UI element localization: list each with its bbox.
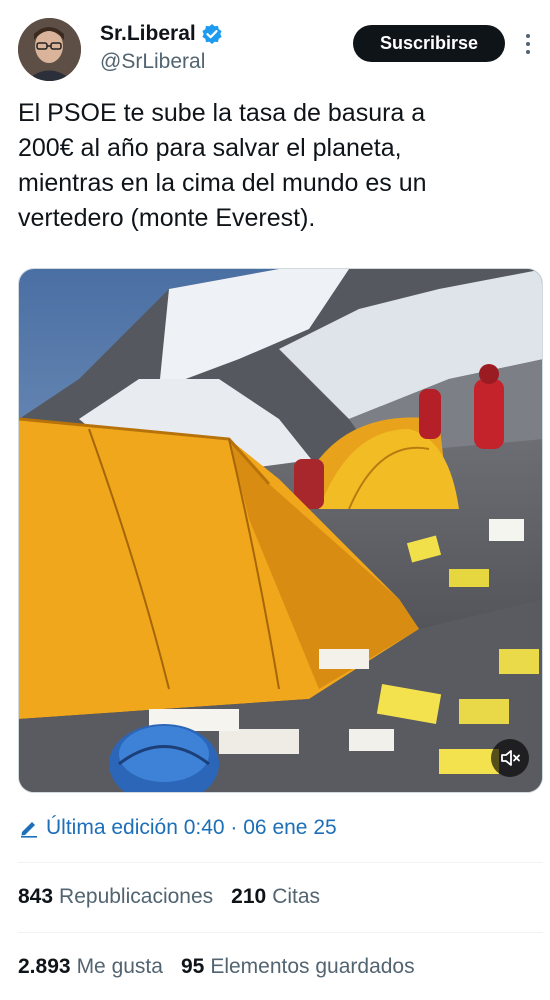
likes-label: Me gusta <box>76 955 163 978</box>
bookmarks-count: 95 <box>180 955 205 978</box>
handle[interactable]: @SrLiberal <box>100 50 205 74</box>
verified-badge-icon <box>201 23 223 45</box>
display-name[interactable]: Sr.Liberal <box>100 22 196 46</box>
divider <box>18 932 543 933</box>
stats-row-engagement: 2.893 Me gusta 95 Elementos guardados <box>18 955 433 979</box>
tweet-video[interactable] <box>18 268 543 793</box>
edit-info-text[interactable]: Última edición 0:40 · 06 ene 25 <box>46 816 337 840</box>
bookmarks-label: Elementos guardados <box>210 955 415 978</box>
speaker-muted-icon[interactable] <box>491 739 529 777</box>
video-frame <box>19 269 542 792</box>
likes-count: 2.893 <box>18 955 71 978</box>
quotes-label: Citas <box>272 885 321 908</box>
subscribe-button[interactable]: Suscribirse <box>353 25 505 62</box>
name-row: Sr.Liberal <box>100 22 223 46</box>
edit-history-link[interactable]: Última edición 0:40 · 06 ene 25 <box>18 816 337 840</box>
quotes-count: 210 <box>231 885 267 908</box>
avatar[interactable] <box>18 18 81 81</box>
reposts-label: Republicaciones <box>59 885 214 908</box>
tweet-text: El PSOE te sube la tasa de basura a 200€… <box>18 99 427 232</box>
stats-row-shares: 843 Republicaciones 210 Citas <box>18 885 338 909</box>
likes-stat[interactable]: 2.893 Me gusta <box>18 955 163 979</box>
pencil-icon <box>18 817 40 839</box>
more-vertical-icon[interactable] <box>518 30 538 58</box>
divider <box>18 862 543 863</box>
quotes-stat[interactable]: 210 Citas <box>231 885 320 909</box>
reposts-stat[interactable]: 843 Republicaciones <box>18 885 213 909</box>
bookmarks-stat[interactable]: 95 Elementos guardados <box>181 955 415 979</box>
tweet-header: Sr.Liberal @SrLiberal Suscribirse <box>0 0 550 90</box>
reposts-count: 843 <box>18 885 54 908</box>
